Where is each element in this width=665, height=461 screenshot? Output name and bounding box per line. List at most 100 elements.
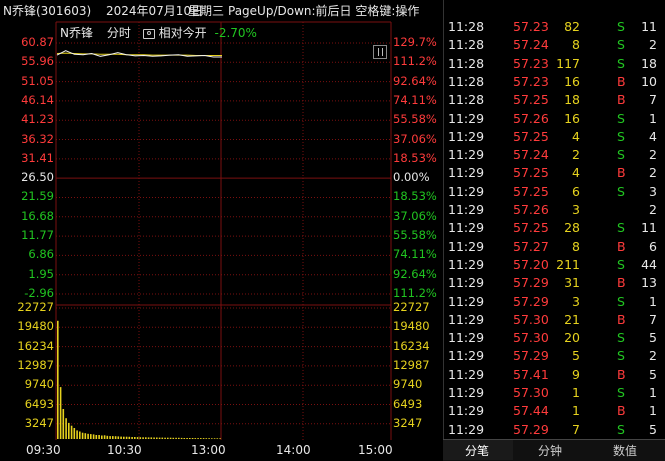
trade-time: 11:29 (448, 110, 485, 126)
trade-time: 11:29 (448, 366, 485, 382)
trade-time: 11:29 (448, 147, 485, 163)
volume-bar (106, 435, 109, 439)
pause-icon[interactable] (373, 45, 387, 59)
trade-count: 11 (641, 220, 657, 236)
weekday-label: 星期三 (188, 4, 225, 18)
volume-bar (103, 435, 106, 439)
price-tick: 16.68 (21, 208, 54, 223)
chart-canvas[interactable] (0, 20, 442, 440)
intraday-chart[interactable]: N乔锋 分时 相对今开 -2.70% 60.87 55.96 51.05 46.14 4… (0, 20, 442, 440)
chart-stock-name: N乔锋 (60, 26, 93, 40)
trade-row[interactable]: 11:29 57.30 1 S 1 (443, 385, 665, 403)
chart-mode[interactable]: 分时 (107, 26, 131, 40)
trade-row[interactable]: 11:29 57.30 20 S 5 (443, 330, 665, 348)
trade-count: 18 (641, 55, 657, 71)
trade-row[interactable]: 11:29 57.26 16 S 1 (443, 111, 665, 129)
tab-ticks[interactable]: 分笔 (465, 442, 489, 459)
price-tick: 21.59 (21, 189, 54, 204)
trade-time: 11:28 (448, 73, 485, 89)
trade-time: 11:29 (448, 256, 485, 272)
trade-side: B (617, 73, 626, 89)
trade-volume: 211 (556, 256, 580, 272)
volume-bar (167, 437, 169, 439)
trade-row[interactable]: 11:29 57.29 7 S 5 (443, 422, 665, 440)
trade-volume: 3 (572, 202, 580, 217)
trade-price: 57.25 (513, 92, 549, 108)
trade-row[interactable]: 11:29 57.25 4 S 4 (443, 129, 665, 147)
volume-bar (147, 437, 150, 439)
trade-price: 57.23 (513, 73, 549, 89)
volume-bar (65, 418, 67, 439)
trade-volume: 16 (564, 73, 580, 89)
trade-side: S (617, 183, 625, 199)
time-tick: 13:00 (191, 443, 226, 457)
trade-row[interactable]: 11:28 57.24 8 S 2 (443, 37, 665, 55)
volume-bar (76, 430, 78, 439)
trade-row[interactable]: 11:28 57.23 117 S 18 (443, 56, 665, 74)
trade-count: 4 (649, 128, 657, 144)
price-tick: 11.77 (21, 228, 54, 243)
trade-side: B (617, 92, 626, 108)
tab-values[interactable]: 数值 (613, 442, 637, 459)
stock-title: N乔锋(301603) (3, 4, 92, 18)
trade-count: 7 (649, 311, 657, 327)
trade-side: S (617, 110, 625, 126)
volume-bar (70, 425, 73, 439)
volume-bar (189, 438, 191, 439)
trade-time: 11:29 (448, 421, 485, 437)
trade-row[interactable]: 11:28 57.23 82 S 11 (443, 19, 665, 37)
percent-tick: 111.2% (393, 54, 437, 69)
volume-bar (150, 437, 153, 439)
trade-volume: 7 (572, 421, 580, 437)
camera-icon (142, 28, 155, 39)
trade-list[interactable]: 11:28 57.23 82 S 11 11:28 57.24 8 S 2 11:28 57.23 11… (443, 0, 665, 460)
price-tick: 6.86 (28, 247, 54, 262)
trade-row[interactable]: 11:29 57.44 1 B 1 (443, 403, 665, 421)
chart-header: N乔锋 分时 相对今开 -2.70% (60, 24, 257, 41)
trade-count: 44 (641, 256, 657, 272)
trade-count: 2 (649, 37, 657, 53)
trade-row[interactable]: 11:29 57.24 2 S 2 (443, 147, 665, 165)
trade-count: 13 (641, 275, 657, 291)
trade-row[interactable]: 11:29 57.41 9 B 5 (443, 367, 665, 385)
trade-price: 57.25 (513, 220, 549, 236)
compare-label: 相对今开 (158, 26, 207, 40)
trade-price: 57.24 (513, 147, 549, 163)
volume-bar (153, 437, 155, 439)
trade-time: 11:29 (448, 311, 485, 327)
trade-row[interactable]: 11:29 57.29 3 S 1 (443, 294, 665, 312)
trade-side: S (617, 348, 625, 364)
volume-bar (202, 438, 205, 439)
volume-bar (136, 437, 139, 439)
trade-volume: 28 (564, 220, 580, 236)
trade-row[interactable]: 11:29 57.25 28 S 11 (443, 220, 665, 238)
trade-count: 2 (649, 202, 657, 217)
trade-time: 11:29 (448, 238, 485, 254)
trade-row[interactable]: 11:29 57.25 4 B 2 (443, 165, 665, 183)
compare-toggle[interactable]: 相对今开 (142, 26, 207, 40)
volume-bar (73, 428, 76, 439)
trade-row[interactable]: 11:29 57.27 8 B 6 (443, 239, 665, 257)
trade-row[interactable]: 11:29 57.20 211 S 44 (443, 257, 665, 275)
trade-row[interactable]: 11:28 57.25 18 B 7 (443, 92, 665, 110)
volume-bar (131, 437, 133, 439)
trade-side: B (617, 366, 626, 382)
trade-row[interactable]: 11:29 57.30 21 B 7 (443, 312, 665, 330)
trade-volume: 8 (572, 238, 580, 254)
tab-minutes[interactable]: 分钟 (538, 442, 562, 459)
time-tick: 14:00 (276, 443, 311, 457)
time-tick: 15:00 (358, 443, 393, 457)
panel-tabs: 分笔 分钟 数值 (443, 439, 665, 461)
trade-row[interactable]: 11:29 57.25 6 S 3 (443, 184, 665, 202)
volume-tick-right: 3247 (393, 415, 423, 430)
trade-row[interactable]: 11:29 57.29 5 S 2 (443, 348, 665, 366)
price-tick: 36.32 (21, 131, 54, 146)
trade-row[interactable]: 11:29 57.26 3 2 (443, 202, 665, 220)
trade-price: 57.25 (513, 183, 549, 199)
trade-row[interactable]: 11:29 57.29 31 B 13 (443, 275, 665, 293)
trade-time: 11:28 (448, 19, 485, 34)
trade-row[interactable]: 11:28 57.23 16 B 10 (443, 74, 665, 92)
percent-tick: 37.06% (393, 131, 437, 146)
trade-side: B (617, 403, 626, 419)
volume-bar (156, 437, 158, 439)
